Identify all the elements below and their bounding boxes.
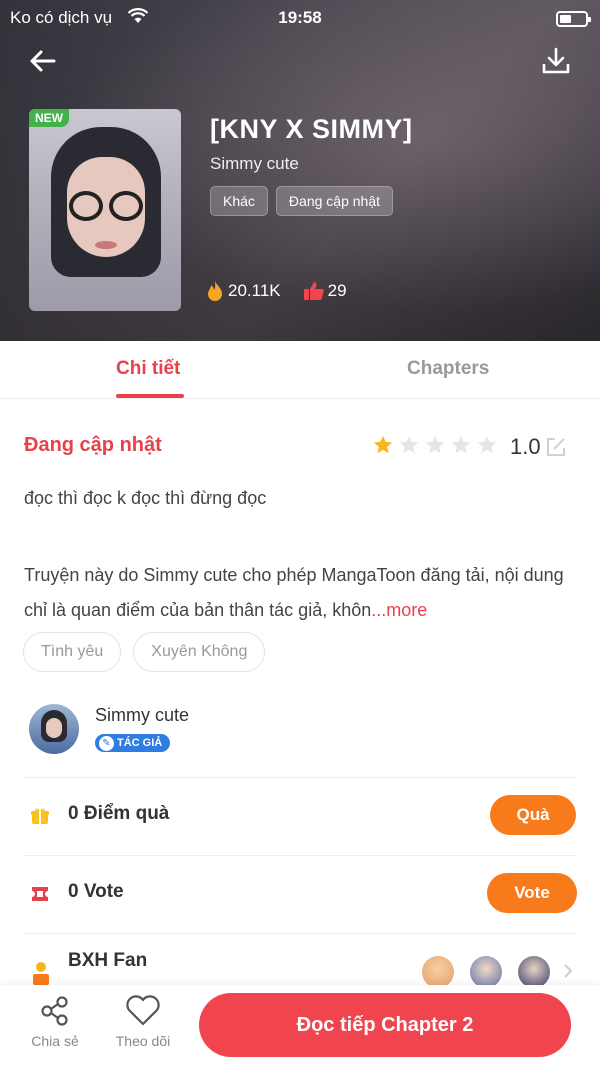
star-empty-icon — [425, 435, 445, 454]
rating-value: 1.0 — [510, 434, 541, 459]
status-bar: Ko có dịch vụ 19:58 — [0, 6, 600, 28]
vote-button[interactable]: Vote — [487, 873, 577, 913]
share-icon — [41, 996, 68, 1026]
download-button[interactable] — [540, 44, 572, 78]
fan-avatars — [422, 956, 550, 988]
continue-reading-button[interactable]: Đọc tiếp Chapter 2 — [199, 993, 571, 1057]
follow-button[interactable]: Theo dõi — [108, 995, 178, 1049]
back-button[interactable] — [26, 44, 60, 78]
author-row[interactable]: Simmy cute ✎ TÁC GIẢ — [0, 700, 600, 778]
rating-stars[interactable] — [372, 434, 498, 456]
description-text: Truyện này do Simmy cute cho phép MangaT… — [24, 565, 564, 620]
pen-icon: ✎ — [99, 736, 114, 751]
vote-row: 0 Vote Vote — [0, 856, 600, 932]
heart-icon — [126, 995, 160, 1026]
fire-icon — [208, 281, 222, 301]
tab-bar: Chi tiết Chapters — [0, 341, 600, 399]
book-header: Ko có dịch vụ 19:58 NEW [KNY X SIMMY] Si… — [0, 0, 600, 341]
arrow-left-icon — [30, 50, 56, 72]
avatar — [518, 956, 550, 988]
share-button[interactable]: Chia sẻ — [20, 995, 90, 1049]
fan-rank-row[interactable]: BXH Fan — [0, 935, 600, 988]
likes-stat: 29 — [303, 281, 347, 301]
avatar — [422, 956, 454, 988]
share-label: Chia sẻ — [31, 1033, 79, 1049]
tab-chapters[interactable]: Chapters — [407, 358, 489, 380]
tab-indicator — [116, 394, 184, 398]
divider — [24, 933, 576, 934]
ticket-icon — [32, 887, 48, 901]
gift-row: 0 Điểm quà Quà — [0, 778, 600, 854]
views-stat: 20.11K — [205, 280, 281, 302]
author-badge: ✎ TÁC GIẢ — [95, 734, 171, 752]
book-tags: Khác Đang cập nhật — [210, 186, 393, 216]
tab-detail[interactable]: Chi tiết — [116, 358, 180, 380]
gift-icon — [31, 808, 49, 824]
author-badge-label: TÁC GIẢ — [117, 737, 163, 749]
description-long: Truyện này do Simmy cute cho phép MangaT… — [24, 558, 584, 628]
battery-icon — [556, 11, 591, 27]
star-filled-icon — [373, 435, 393, 454]
avatar[interactable] — [29, 704, 79, 754]
star-empty-icon — [477, 435, 497, 454]
trophy-icon — [33, 962, 49, 985]
new-badge: NEW — [29, 109, 69, 127]
genre-list: Tình yêu Xuyên Không — [23, 632, 266, 672]
thumbs-up-icon — [303, 282, 324, 300]
description-short: đọc thì đọc k đọc thì đừng đọc — [24, 488, 267, 508]
book-cover[interactable] — [29, 109, 181, 311]
book-title: [KNY X SIMMY] — [210, 114, 413, 144]
update-status: Đang cập nhật — [24, 434, 162, 456]
gift-button[interactable]: Quà — [490, 795, 576, 835]
bottom-action-bar: Chia sẻ Theo dõi Đọc tiếp Chapter 2 — [0, 985, 600, 1067]
chevron-right-icon — [564, 964, 573, 978]
vote-count: 0 Vote — [68, 881, 124, 902]
download-icon — [542, 47, 570, 74]
edit-rating-button[interactable] — [545, 436, 567, 458]
star-empty-icon — [399, 435, 419, 454]
tag-category[interactable]: Khác — [210, 186, 268, 216]
author-name[interactable]: Simmy cute — [95, 705, 189, 726]
gift-points: 0 Điểm quà — [68, 803, 170, 824]
book-stats: 20.11K 29 — [205, 280, 347, 302]
edit-icon — [547, 438, 565, 456]
more-link[interactable]: ...more — [371, 600, 427, 620]
fan-rank-label: BXH Fan — [68, 950, 148, 971]
avatar — [470, 956, 502, 988]
star-empty-icon — [451, 435, 471, 454]
likes-count: 29 — [327, 281, 347, 300]
clock: 19:58 — [278, 8, 322, 27]
views-count: 20.11K — [228, 281, 281, 300]
tag-status[interactable]: Đang cập nhật — [275, 186, 393, 216]
genre-chip[interactable]: Tình yêu — [23, 632, 122, 672]
follow-label: Theo dõi — [115, 1033, 171, 1049]
book-author[interactable]: Simmy cute — [210, 154, 299, 174]
genre-chip[interactable]: Xuyên Không — [133, 632, 266, 672]
